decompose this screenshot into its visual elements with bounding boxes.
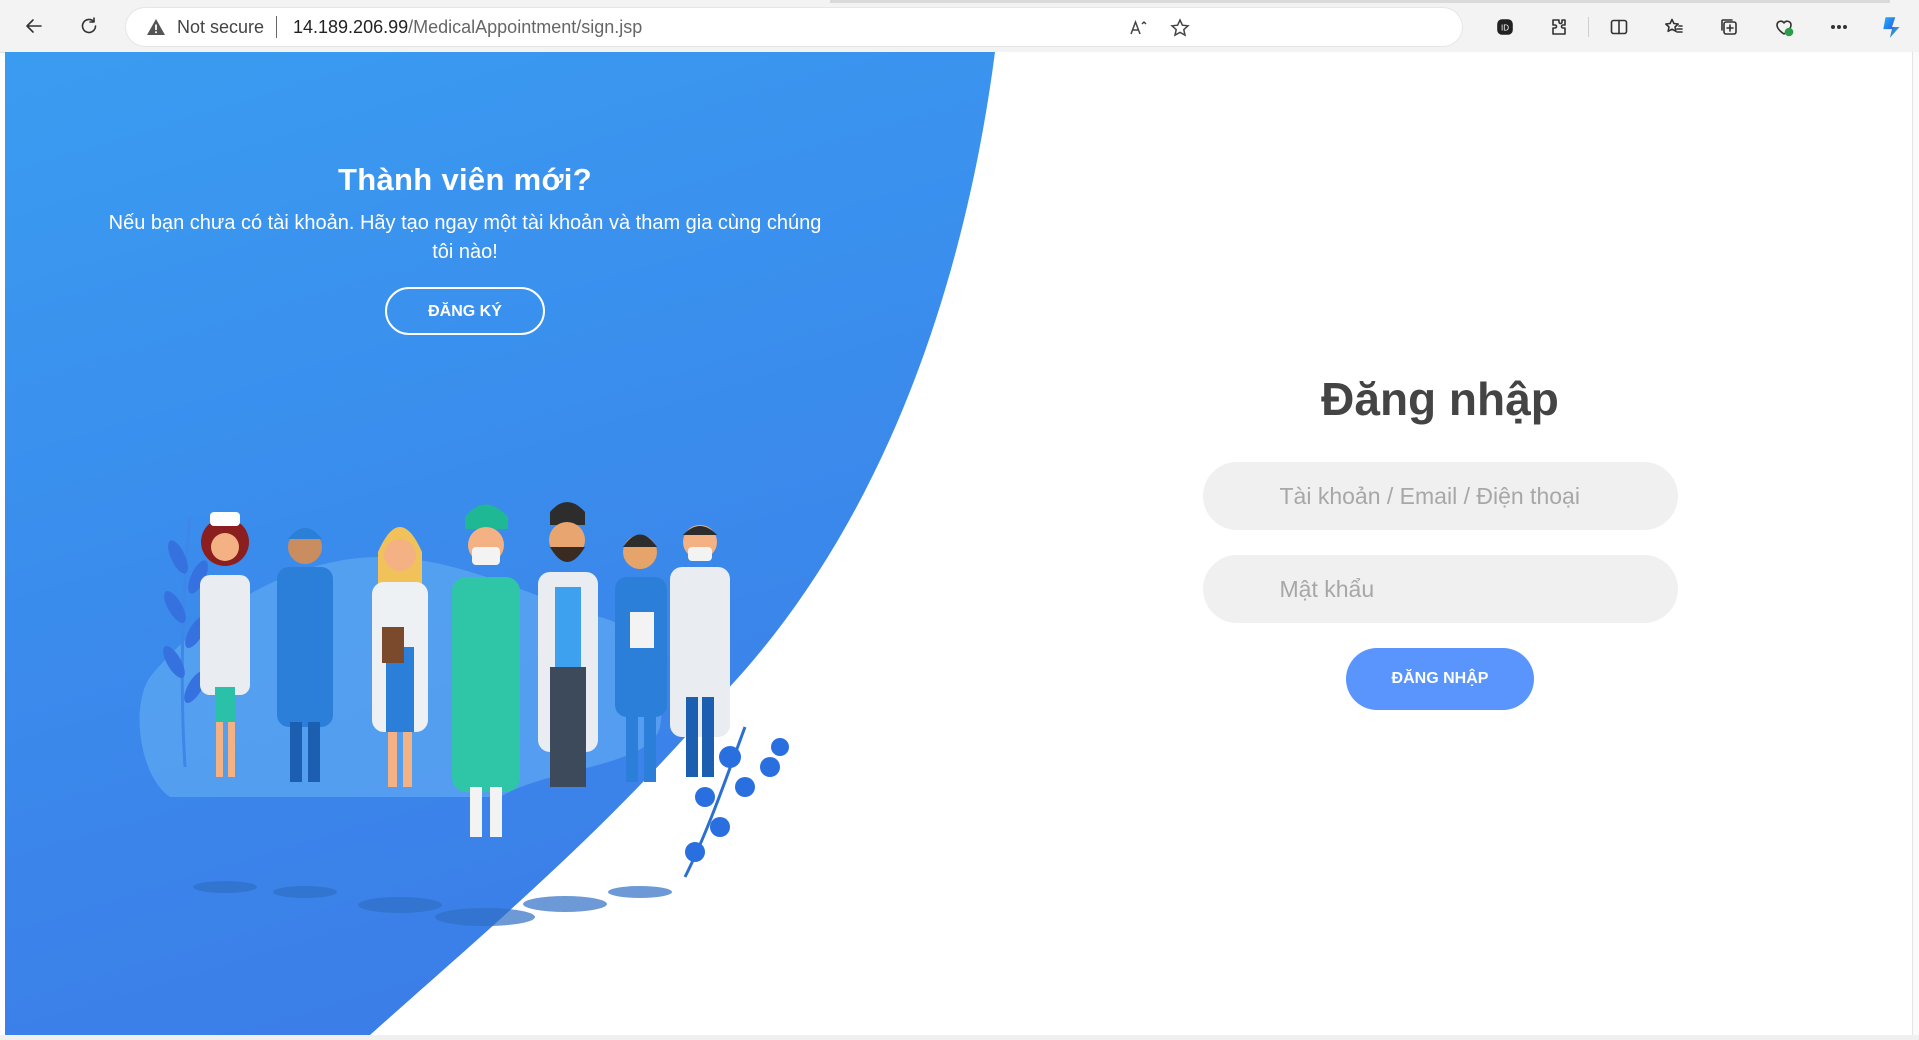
signup-section: Thành viên mới? Nếu bạn chưa có tài khoả…	[105, 162, 825, 335]
svg-text:ID: ID	[1501, 24, 1509, 33]
warning-icon[interactable]	[146, 17, 166, 37]
login-title: Đăng nhập	[1321, 373, 1559, 425]
browser-essentials-icon[interactable]	[1769, 12, 1799, 42]
address-separator	[276, 16, 277, 38]
signup-description: Nếu bạn chưa có tài khoản. Hãy tạo ngay …	[108, 212, 822, 263]
more-menu-icon[interactable]	[1824, 12, 1854, 42]
tab-strip-edge	[830, 0, 1890, 3]
url-host: 14.189.206.99	[293, 17, 409, 37]
favorites-icon[interactable]	[1659, 12, 1689, 42]
doctor-figure-masked	[670, 525, 730, 777]
collections-icon[interactable]	[1714, 12, 1744, 42]
window-bottom-edge	[0, 1035, 1919, 1040]
login-section: Đăng nhập ĐĂNG NHẬP	[1200, 372, 1680, 710]
read-aloud-icon[interactable]	[1126, 16, 1150, 40]
surgeon-figure	[452, 504, 520, 837]
reload-button[interactable]	[73, 10, 105, 42]
medical-staff-illustration	[139, 502, 789, 926]
copilot-icon[interactable]	[1877, 12, 1907, 42]
back-arrow-icon	[26, 19, 42, 33]
reload-icon	[81, 17, 97, 34]
back-button[interactable]	[18, 10, 50, 42]
signup-button[interactable]: ĐĂNG KÝ	[385, 287, 545, 335]
leaf-branch-right	[683, 726, 789, 878]
address-bar[interactable]: Not secure 14.189.206.99/MedicalAppointm…	[126, 8, 1462, 46]
url-path: /MedicalAppointment/sign.jsp	[408, 17, 643, 37]
scrollbar-track[interactable]	[1912, 52, 1919, 1040]
security-status[interactable]: Not secure	[177, 17, 264, 37]
login-button[interactable]: ĐĂNG NHẬP	[1346, 648, 1534, 710]
extension-icon[interactable]: ID	[1490, 12, 1520, 42]
username-input[interactable]	[1202, 462, 1678, 530]
url-text[interactable]: 14.189.206.99/MedicalAppointment/sign.js…	[293, 17, 642, 37]
page-content: Thành viên mới? Nếu bạn chưa có tài khoả…	[5, 52, 1913, 1035]
doctor-figure-bearded	[538, 502, 598, 787]
password-input[interactable]	[1202, 555, 1678, 623]
toolbar-divider	[1588, 17, 1589, 37]
star-icon[interactable]	[1168, 16, 1192, 40]
puzzle-extensions-icon[interactable]	[1544, 12, 1574, 42]
browser-toolbar: Not secure 14.189.206.99/MedicalAppointm…	[0, 0, 1919, 53]
split-screen-icon[interactable]	[1604, 12, 1634, 42]
signup-title: Thành viên mới?	[338, 162, 592, 197]
